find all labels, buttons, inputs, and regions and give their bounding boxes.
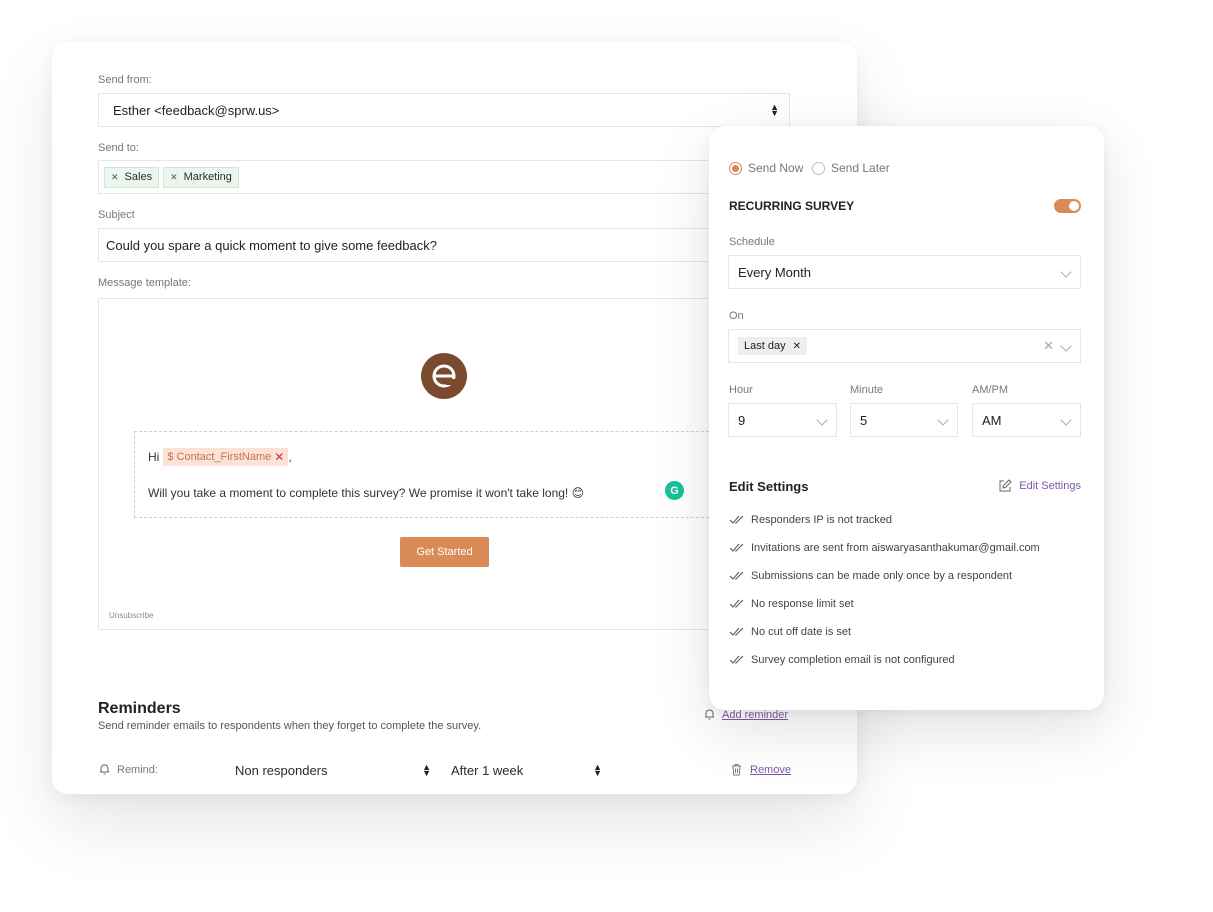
recurring-survey-title: RECURRING SURVEY — [729, 199, 855, 213]
grammarly-icon[interactable]: G — [665, 481, 684, 500]
unsubscribe-link[interactable]: Unsubscribe — [109, 611, 153, 620]
trash-icon — [732, 764, 741, 776]
double-check-icon — [729, 543, 744, 552]
get-started-button[interactable]: Get Started — [400, 537, 489, 567]
double-check-icon — [729, 599, 744, 608]
schedule-select[interactable]: Every Month — [728, 255, 1081, 289]
radio-checked-icon[interactable] — [729, 161, 742, 175]
send-later-option[interactable]: Send Later — [812, 161, 890, 175]
subject-input[interactable]: Could you spare a quick moment to give s… — [98, 228, 790, 262]
schedule-panel: Send Now Send Later RECURRING SURVEY Sch… — [709, 126, 1104, 710]
edit-settings-title: Edit Settings — [729, 479, 809, 494]
greeting-text: Hi — [148, 450, 160, 464]
chevron-down-icon — [1060, 340, 1072, 352]
recipient-tag[interactable]: ✕ Marketing — [163, 166, 239, 188]
minute-label: Minute — [850, 384, 884, 396]
schedule-label: Schedule — [729, 236, 775, 248]
minute-select[interactable]: 5 — [850, 403, 958, 437]
double-check-icon — [729, 627, 744, 636]
hour-label: Hour — [729, 384, 753, 396]
remove-reminder[interactable]: Remove — [731, 763, 791, 776]
remove-tag-icon[interactable]: ✕ — [170, 172, 178, 183]
chevron-down-icon — [937, 414, 949, 426]
bell-icon — [705, 709, 714, 720]
message-template-editor[interactable]: Hi $ Contact_FirstName ✕ , Will you take… — [98, 298, 748, 630]
updown-icon: ▲ ▼ — [770, 102, 779, 118]
edit-settings-button[interactable]: Edit Settings — [998, 479, 1081, 493]
updown-icon: ▲ ▼ — [593, 762, 602, 778]
updown-icon: ▲ ▼ — [422, 762, 431, 778]
setting-item: Responders IP is not tracked — [729, 514, 892, 526]
recurring-toggle[interactable] — [1054, 199, 1081, 213]
double-check-icon — [729, 515, 744, 524]
double-check-icon — [729, 571, 744, 580]
clear-icon[interactable]: ✕ — [1043, 338, 1054, 354]
message-body[interactable]: Hi $ Contact_FirstName ✕ , Will you take… — [134, 431, 744, 518]
send-from-select[interactable]: Esther <feedback@sprw.us> ▲ ▼ — [98, 93, 790, 127]
send-to-field[interactable]: ✕ Sales ✕ Marketing — [98, 160, 790, 194]
radio-unchecked-icon[interactable] — [812, 161, 825, 175]
reminders-subtitle: Send reminder emails to respondents when… — [98, 720, 482, 732]
add-reminder-link[interactable]: Add reminder — [722, 709, 788, 721]
ampm-label: AM/PM — [972, 384, 1009, 396]
remind-label-group: Remind: — [98, 763, 158, 776]
on-label: On — [729, 310, 744, 322]
remove-merge-field-icon[interactable]: ✕ — [274, 450, 284, 464]
ampm-select[interactable]: AM — [972, 403, 1081, 437]
subject-label: Subject — [98, 209, 135, 221]
send-from-label: Send from: — [98, 74, 152, 86]
remove-tag-icon[interactable]: ✕ — [793, 341, 801, 352]
send-from-value: Esther <feedback@sprw.us> — [113, 102, 280, 118]
body-text: Will you take a moment to complete this … — [148, 486, 585, 500]
send-to-label: Send to: — [98, 142, 139, 154]
reminders-title: Reminders — [98, 700, 181, 717]
chevron-down-icon — [1060, 266, 1072, 278]
edit-icon — [999, 479, 1012, 492]
remove-reminder-link[interactable]: Remove — [750, 764, 791, 776]
on-select[interactable]: Last day ✕ ✕ — [728, 329, 1081, 363]
chevron-down-icon — [816, 414, 828, 426]
chevron-down-icon — [1060, 414, 1072, 426]
merge-field-chip[interactable]: $ Contact_FirstName ✕ — [163, 448, 289, 466]
setting-item: Survey completion email is not configure… — [729, 654, 955, 666]
recipient-tag[interactable]: ✕ Sales — [104, 166, 160, 188]
remind-label: Remind: — [117, 763, 158, 776]
remind-who-select[interactable]: Non responders ▲ ▼ — [235, 757, 431, 783]
remove-tag-icon[interactable]: ✕ — [111, 172, 119, 183]
brand-logo — [421, 353, 467, 399]
bell-icon — [100, 764, 109, 775]
setting-item: No cut off date is set — [729, 626, 851, 638]
double-check-icon — [729, 655, 744, 664]
edit-settings-link[interactable]: Edit Settings — [1019, 480, 1081, 492]
hour-select[interactable]: 9 — [728, 403, 837, 437]
send-now-option[interactable]: Send Now — [729, 161, 803, 175]
template-label: Message template: — [98, 277, 191, 289]
on-tag[interactable]: Last day ✕ — [738, 337, 807, 355]
remind-when-select[interactable]: After 1 week ▲ ▼ — [451, 757, 602, 783]
setting-item: Submissions can be made only once by a r… — [729, 570, 1012, 582]
setting-item: No response limit set — [729, 598, 854, 610]
setting-item: Invitations are sent from aiswaryasantha… — [729, 542, 1040, 554]
brand-e-icon — [432, 364, 456, 388]
